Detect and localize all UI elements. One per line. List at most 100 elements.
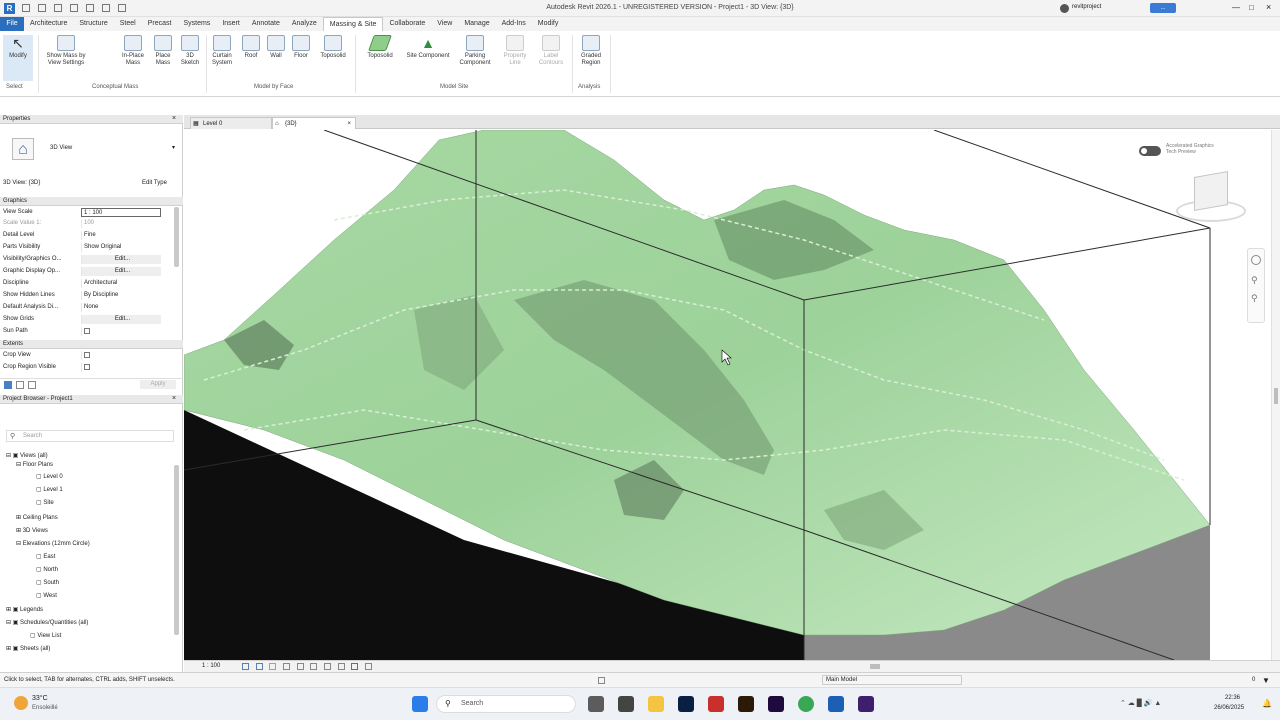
floor-button[interactable]: Floor: [289, 35, 313, 60]
instance-selector[interactable]: 3D View: {3D}: [3, 180, 40, 186]
toposolid-face-button[interactable]: Toposolid: [315, 35, 351, 60]
steering-wheel-icon[interactable]: [1251, 255, 1261, 265]
type-icon[interactable]: [16, 381, 24, 389]
tab-collaborate[interactable]: Collaborate: [383, 17, 431, 31]
revit-logo-icon[interactable]: R: [4, 3, 15, 14]
terrain-view[interactable]: [184, 130, 1271, 660]
type-selector[interactable]: 3D View: [50, 145, 72, 151]
prop-value[interactable]: None: [81, 303, 161, 312]
graphic-display-edit-button[interactable]: Edit...: [81, 267, 161, 276]
prop-value[interactable]: By Discipline: [81, 291, 161, 300]
browser-item-north[interactable]: ▢ North: [36, 566, 58, 574]
sun-path-checkbox[interactable]: [81, 327, 161, 336]
type-selector-chevron-icon[interactable]: ▾: [172, 144, 175, 151]
browser-scrollbar[interactable]: [174, 465, 179, 635]
prop-row[interactable]: View Scale 1 : 100: [3, 208, 173, 217]
3d-viewport[interactable]: Accelerated Graphics Tech Preview ⚲ ⚲: [184, 130, 1271, 660]
view-scale[interactable]: 1 : 100: [202, 663, 220, 669]
prop-row[interactable]: Sun Path: [3, 327, 173, 336]
model-site-label[interactable]: Model Site: [440, 84, 468, 90]
weather-temp[interactable]: 33°C: [32, 695, 48, 702]
browser-item-level-1[interactable]: ▢ Level 1: [36, 486, 63, 494]
prop-row[interactable]: Detail Level Fine: [3, 231, 173, 240]
folder-icon[interactable]: [648, 696, 664, 712]
prop-row[interactable]: Show Grids Edit...: [3, 315, 173, 324]
tab-systems[interactable]: Systems: [177, 17, 216, 31]
temporary-hide-icon[interactable]: [351, 663, 359, 670]
sign-in-badge[interactable]: ...: [1150, 3, 1176, 13]
toposolid-button[interactable]: Toposolid: [362, 35, 398, 60]
viewport-scrollbar[interactable]: [1271, 130, 1280, 660]
close-button[interactable]: ×: [1266, 2, 1271, 12]
prop-row[interactable]: Crop View: [3, 351, 173, 360]
extents-group-header[interactable]: Extents: [0, 340, 183, 349]
lock-view-icon[interactable]: [337, 663, 345, 670]
view-cube[interactable]: [1176, 170, 1246, 225]
crop-icon[interactable]: [310, 663, 318, 670]
browser-item-legends[interactable]: ⊞ ▣ Legends: [6, 606, 43, 614]
tab-3d[interactable]: ⌂ {3D} ×: [272, 117, 356, 129]
navigation-bar[interactable]: ⚲ ⚲: [1247, 248, 1265, 323]
browser-item-3d-views[interactable]: ⊞ 3D Views: [16, 527, 48, 535]
properties-close-icon[interactable]: ×: [172, 115, 176, 122]
prop-value[interactable]: 1 : 100: [81, 208, 161, 217]
prop-value[interactable]: Fine: [81, 231, 161, 240]
main-model-select[interactable]: Main Model: [822, 675, 962, 685]
photoshop-icon[interactable]: [678, 696, 694, 712]
weather-text[interactable]: Ensoleillé: [32, 705, 58, 711]
show-mass-button[interactable]: Show Mass by View Settings: [46, 35, 86, 67]
illustrator-icon[interactable]: [738, 696, 754, 712]
sun-path-icon[interactable]: [269, 663, 277, 670]
quick-access-toolbar[interactable]: [22, 4, 382, 13]
tab-modify[interactable]: Modify: [532, 17, 565, 31]
tab-annotate[interactable]: Annotate: [246, 17, 286, 31]
notification-icon[interactable]: 🔔: [1262, 699, 1272, 708]
edit-type-button[interactable]: Edit Type: [142, 180, 167, 186]
browser-item-schedules[interactable]: ⊟ ▣ Schedules/Quantities (all): [6, 619, 88, 627]
tab-file[interactable]: File: [0, 17, 24, 31]
label-contours-button[interactable]: Label Contours: [534, 35, 568, 67]
tab-structure[interactable]: Structure: [73, 17, 113, 31]
crop-view-checkbox[interactable]: [81, 351, 161, 360]
properties-icon[interactable]: [4, 381, 12, 389]
tab-manage[interactable]: Manage: [458, 17, 495, 31]
taskbar-search-box[interactable]: ⚲ Search: [436, 695, 576, 713]
clock-date[interactable]: 26/06/2025: [1214, 705, 1244, 711]
tab-steel[interactable]: Steel: [114, 17, 142, 31]
prop-row[interactable]: Graphic Display Op... Edit...: [3, 267, 173, 276]
browser-search-input[interactable]: ⚲ Search: [6, 430, 174, 442]
system-tray[interactable]: ⌃ ☁ █ 🔊 ▲: [1120, 699, 1200, 709]
accelerated-graphics-toggle[interactable]: [1139, 146, 1161, 156]
graphics-group-header[interactable]: Graphics: [0, 197, 183, 206]
tab-level-0[interactable]: ▦ Level 0: [190, 117, 272, 129]
apply-button[interactable]: Apply: [140, 380, 176, 389]
user-name[interactable]: revitproject: [1072, 4, 1101, 10]
browser-icon[interactable]: [28, 381, 36, 389]
parking-component-button[interactable]: Parking Component: [453, 35, 497, 67]
app-icon[interactable]: [858, 696, 874, 712]
browser-item-floor-plans[interactable]: ⊟ Floor Plans: [16, 461, 53, 469]
close-tab-icon[interactable]: ×: [347, 118, 351, 130]
prop-row[interactable]: Show Hidden Lines By Discipline: [3, 291, 173, 300]
prop-row[interactable]: Visibility/Graphics O... Edit...: [3, 255, 173, 264]
sketch-3d-button[interactable]: 3D Sketch: [177, 35, 203, 67]
view-control-icons[interactable]: [242, 663, 492, 671]
project-browser-close-icon[interactable]: ×: [172, 395, 176, 402]
curtain-system-button[interactable]: Curtain System: [207, 35, 237, 67]
prop-row[interactable]: Discipline Architectural: [3, 279, 173, 288]
filter-icon[interactable]: ▼: [1262, 673, 1270, 688]
workset-icon[interactable]: [598, 677, 605, 684]
browser-item-west[interactable]: ▢ West: [36, 592, 57, 600]
horizontal-scroll-thumb[interactable]: [870, 664, 880, 669]
acrobat-icon[interactable]: [708, 696, 724, 712]
user-icon[interactable]: [1060, 4, 1069, 13]
tab-precast[interactable]: Precast: [142, 17, 178, 31]
roof-button[interactable]: Roof: [239, 35, 263, 60]
weather-icon[interactable]: [14, 696, 28, 710]
visual-style-icon[interactable]: [255, 663, 263, 670]
browser-item-level-0[interactable]: ▢ Level 0: [36, 473, 63, 481]
browser-item-view-list[interactable]: ▢ View List: [30, 632, 61, 640]
prop-row[interactable]: Parts Visibility Show Original: [3, 243, 173, 252]
tab-view[interactable]: View: [431, 17, 458, 31]
in-place-mass-button[interactable]: In-Place Mass: [118, 35, 148, 67]
